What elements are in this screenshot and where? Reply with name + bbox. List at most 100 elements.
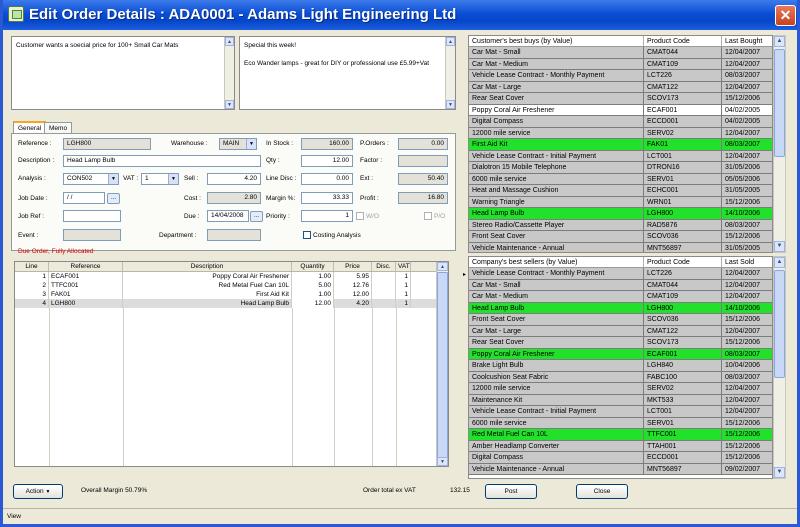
action-menu-button[interactable]: Action ▼ <box>13 484 63 499</box>
job-date-field[interactable]: / / <box>63 192 105 204</box>
list-item[interactable]: Stereo Radio/Cassette Player RAD5876 08/03… <box>469 219 772 231</box>
wo-checkbox[interactable] <box>356 212 364 220</box>
list-item[interactable]: Vehicle Lease Contract - Initial Payment… <box>469 406 772 418</box>
scroll-up-icon[interactable]: ▲ <box>446 37 455 46</box>
column-header[interactable]: Disc. <box>372 262 396 271</box>
list-item[interactable]: Vehicle Lease Contract - Monthly Payment… <box>469 268 772 280</box>
list-item[interactable]: Car Mat - Medium CMAT109 12/04/2007 <box>469 58 772 70</box>
qty-field[interactable]: 12.00 <box>301 155 353 167</box>
customer-best-buys-scrollbar[interactable]: ▲ ▼ <box>773 35 786 253</box>
scroll-thumb[interactable] <box>774 270 785 378</box>
list-item[interactable]: Car Mat - Small CMAT044 12/04/2007 <box>469 279 772 291</box>
list-item[interactable]: Brake Light Bulb LGH840 10/04/2006 <box>469 360 772 372</box>
list-item[interactable]: Head Lamp Bulb LGH800 14/10/2006 <box>469 302 772 314</box>
list-item[interactable]: Car Mat - Large CMAT122 12/04/2007 <box>469 325 772 337</box>
column-header[interactable]: Product Code <box>644 36 722 46</box>
list-item[interactable]: Vehicle Maintenance - Annual MNT56897 09/0… <box>469 463 772 475</box>
customer-best-buys-grid[interactable]: Customer's best buys (by Value) Product … <box>468 35 773 253</box>
tab-general[interactable]: General <box>13 121 47 133</box>
scroll-up-icon[interactable]: ▲ <box>437 262 448 271</box>
column-header[interactable]: Last Sold <box>722 257 772 267</box>
list-item[interactable]: 6000 mile service SERV01 05/05/2006 <box>469 173 772 185</box>
column-header[interactable]: Quantity <box>292 262 334 271</box>
list-item[interactable]: 12000 mile service SERV02 12/04/2007 <box>469 383 772 395</box>
due-date-field[interactable]: 14/04/2008 <box>207 210 249 222</box>
list-item[interactable]: Warning Triangle WRN01 15/12/2006 <box>469 196 772 208</box>
table-row[interactable]: 1 ECAF001 Poppy Coral Air Freshener 1.00… <box>15 272 448 281</box>
list-item[interactable]: Heat and Massage Cushion ECHC001 31/05/200… <box>469 185 772 197</box>
analysis-select[interactable]: CON502 ▼ <box>63 173 119 185</box>
list-item[interactable]: Car Mat - Medium CMAT109 12/04/2007 <box>469 291 772 303</box>
scroll-up-icon[interactable]: ▲ <box>225 37 234 46</box>
list-item[interactable]: Car Mat - Large CMAT122 12/04/2007 <box>469 81 772 93</box>
scroll-up-icon[interactable]: ▲ <box>774 257 785 268</box>
warehouse-select[interactable]: MAIN ▼ <box>219 138 257 150</box>
po-checkbox[interactable] <box>424 212 432 220</box>
scroll-down-icon[interactable]: ▼ <box>774 241 785 252</box>
company-best-sellers-scrollbar[interactable]: ▲ ▼ <box>773 256 786 479</box>
scroll-down-icon[interactable]: ▼ <box>225 100 234 109</box>
customer-note-scrollbar[interactable]: ▲ ▼ <box>224 37 234 109</box>
column-header[interactable]: Customer's best buys (by Value) <box>469 36 644 46</box>
table-row[interactable]: 2 TTFC001 Red Metal Fuel Can 10L 5.00 12… <box>15 281 448 290</box>
due-date-picker-button[interactable]: ... <box>250 211 263 222</box>
order-lines-grid[interactable]: Line Reference Description Quantity Pric… <box>14 261 449 467</box>
list-item[interactable]: Coolcushion Seat Fabric FABC100 08/03/2007 <box>469 371 772 383</box>
scroll-thumb[interactable] <box>437 272 448 458</box>
column-header[interactable]: Line <box>15 262 49 271</box>
list-item[interactable]: Digital Compass ECCD001 04/02/2005 <box>469 116 772 128</box>
job-date-picker-button[interactable]: ... <box>107 193 120 204</box>
list-item[interactable]: Car Mat - Small CMAT044 12/04/2007 <box>469 47 772 59</box>
post-button[interactable]: Post <box>485 484 537 499</box>
column-header[interactable]: Last Bought <box>722 36 772 46</box>
department-field[interactable] <box>207 229 261 241</box>
special-offer-scrollbar[interactable]: ▲ ▼ <box>445 37 455 109</box>
reference-field[interactable]: LGH800 <box>63 138 151 150</box>
scroll-down-icon[interactable]: ▼ <box>774 467 785 478</box>
margin-field[interactable]: 33.33 <box>301 192 353 204</box>
list-item[interactable]: Rear Seat Cover SCOV173 15/12/2006 <box>469 93 772 105</box>
special-offer-box[interactable]: Special this week! Eco Wander lamps - gr… <box>239 36 456 110</box>
list-item[interactable]: Vehicle Lease Contract - Initial Payment… <box>469 150 772 162</box>
sell-field[interactable]: 4.20 <box>207 173 261 185</box>
list-item[interactable]: Maintenance Kit MKT533 12/04/2007 <box>469 394 772 406</box>
list-item[interactable]: Vehicle Maintenance - Annual MNT56897 31/0… <box>469 242 772 252</box>
list-item[interactable]: Rear Seat Cover SCOV173 15/12/2006 <box>469 337 772 349</box>
vat-select[interactable]: 1 ▼ <box>141 173 179 185</box>
customer-note-box[interactable]: Customer wants a soecial price for 100+ … <box>11 36 235 110</box>
close-button[interactable]: Close <box>576 484 628 499</box>
job-ref-field[interactable] <box>63 210 121 222</box>
list-item[interactable]: 6000 mile service SERV01 15/12/2006 <box>469 417 772 429</box>
list-item[interactable]: Digital Compass ECCD001 15/12/2006 <box>469 452 772 464</box>
close-window-button[interactable]: ✕ <box>775 5 796 26</box>
column-header[interactable]: Product Code <box>644 257 722 267</box>
scroll-down-icon[interactable]: ▼ <box>437 457 448 466</box>
description-field[interactable]: Head Lamp Bulb <box>63 155 261 167</box>
company-best-sellers-grid[interactable]: Company's best sellers (by Value) Produc… <box>468 256 773 479</box>
scroll-thumb[interactable] <box>774 49 785 157</box>
order-lines-scrollbar[interactable]: ▲ ▼ <box>436 262 448 466</box>
table-row[interactable]: 3 FAK01 First Aid Kit 1.00 12.00 1 <box>15 290 448 299</box>
list-item[interactable]: First Aid Kit FAK01 08/03/2007 <box>469 139 772 151</box>
column-header[interactable]: Reference <box>49 262 123 271</box>
scroll-up-icon[interactable]: ▲ <box>774 36 785 47</box>
column-header[interactable]: Description <box>123 262 292 271</box>
column-header[interactable]: Price <box>334 262 372 271</box>
list-item[interactable]: Poppy Coral Air Freshener ECAF001 04/02/20… <box>469 104 772 116</box>
list-item[interactable]: Vehicle Lease Contract - Monthly Payment… <box>469 70 772 82</box>
priority-field[interactable]: 1 <box>301 210 353 222</box>
list-item[interactable]: Front Seat Cover SCOV036 15/12/2006 <box>469 314 772 326</box>
table-row-selected[interactable]: 4 LGH800 Head Lamp Bulb 12.00 4.20 1 <box>15 299 448 308</box>
list-item[interactable]: Poppy Coral Air Freshener ECAF001 08/03/20… <box>469 348 772 360</box>
list-item[interactable]: Amber Headlamp Converter TTAH001 15/12/200… <box>469 440 772 452</box>
column-header[interactable]: VAT <box>396 262 411 271</box>
list-item[interactable]: 12000 mile service SERV02 12/04/2007 <box>469 127 772 139</box>
list-item[interactable]: Head Lamp Bulb LGH800 14/10/2006 <box>469 208 772 220</box>
column-header[interactable]: Company's best sellers (by Value) <box>469 257 644 267</box>
list-item[interactable]: Dialotron 15 Mobile Telephone DTRON16 31/0… <box>469 162 772 174</box>
chevron-down-icon[interactable]: ▼ <box>168 174 178 184</box>
scroll-down-icon[interactable]: ▼ <box>446 100 455 109</box>
event-field[interactable] <box>63 229 121 241</box>
list-item[interactable]: Red Metal Fuel Can 10L TTFC001 15/12/2006 <box>469 429 772 441</box>
chevron-down-icon[interactable]: ▼ <box>108 174 118 184</box>
